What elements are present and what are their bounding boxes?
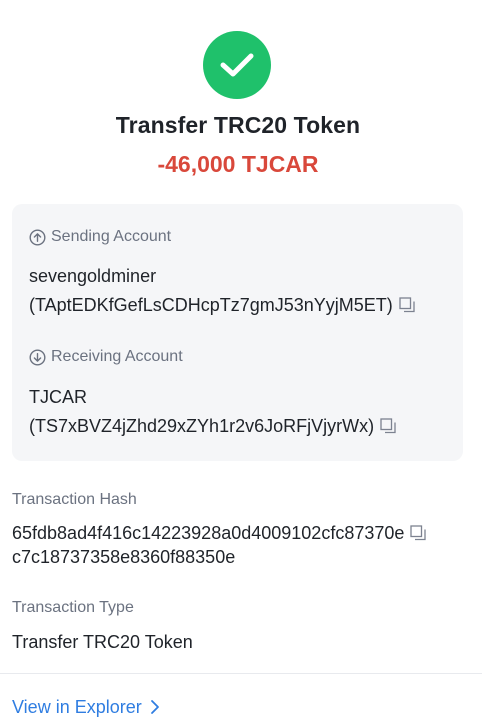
sending-account-label-text: Sending Account — [51, 228, 172, 245]
transaction-amount: -46,000 TJCAR — [157, 151, 319, 177]
view-in-explorer-link[interactable]: View in Explorer — [12, 695, 160, 719]
success-status-icon — [203, 31, 271, 99]
receiving-account-label: Receiving Account — [29, 346, 183, 368]
sending-account-address-row: (TAptEDKfGefLsCDHcpTz7gmJ53nYyjM5ET) — [29, 292, 416, 318]
copy-icon[interactable] — [380, 417, 397, 435]
transaction-hash-line2: c7c18737358e8360f88350e — [12, 547, 236, 567]
transaction-hash-row: 65fdb8ad4f416c14223928a0d4009102cfc87370… — [12, 522, 427, 545]
receiving-account-name: TJCAR — [29, 387, 87, 407]
arrow-up-circle-icon — [29, 228, 46, 246]
accounts-card: Sending Account sevengoldminer (TAptEDKf… — [12, 204, 463, 461]
copy-icon[interactable] — [399, 296, 416, 314]
receiving-account-label-text: Receiving Account — [51, 348, 183, 365]
view-in-explorer-label: View in Explorer — [12, 697, 142, 717]
chevron-right-icon — [150, 700, 159, 714]
receiving-account-address: (TS7xBVZ4jZhd29xZYh1r2v6JoRFjVjyrWx) — [29, 416, 375, 436]
sending-account-label: Sending Account — [29, 226, 171, 248]
sending-account-name: sevengoldminer — [29, 266, 157, 286]
check-icon — [220, 53, 254, 77]
divider — [0, 673, 482, 674]
transaction-hash-label: Transaction Hash — [12, 491, 137, 508]
transaction-hash-line1: 65fdb8ad4f416c14223928a0d4009102cfc87370… — [12, 523, 405, 543]
arrow-down-circle-icon — [29, 348, 46, 366]
transaction-type-value: Transfer TRC20 Token — [12, 632, 193, 652]
copy-icon[interactable] — [410, 525, 427, 542]
transaction-type-label: Transaction Type — [12, 599, 134, 616]
transaction-title: Transfer TRC20 Token — [115, 112, 361, 138]
receiving-account-address-row: (TS7xBVZ4jZhd29xZYh1r2v6JoRFjVjyrWx) — [29, 413, 397, 439]
sending-account-address: (TAptEDKfGefLsCDHcpTz7gmJ53nYyjM5ET) — [29, 295, 393, 315]
